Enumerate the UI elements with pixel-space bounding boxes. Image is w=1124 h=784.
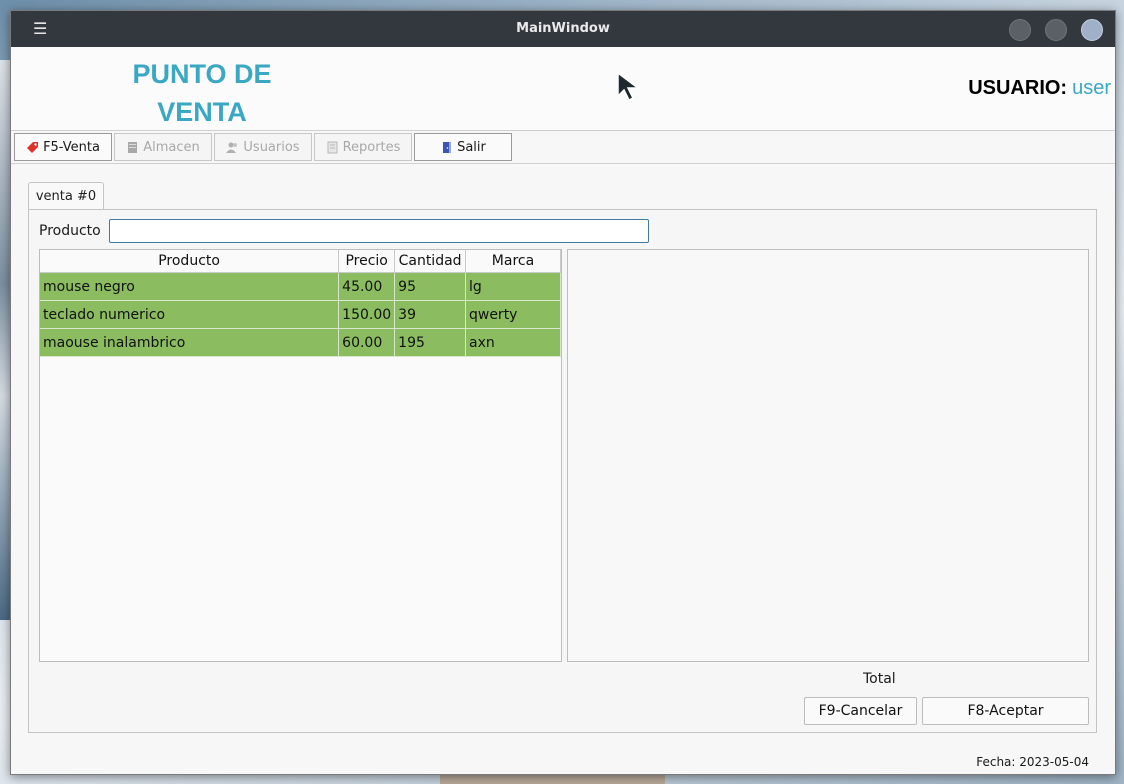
exit-door-icon	[443, 141, 452, 153]
cell-producto[interactable]: maouse inalambrico	[40, 328, 340, 357]
brand-line-2: VENTA	[157, 97, 247, 127]
date-status: Fecha: 2023-05-04	[976, 755, 1089, 769]
user-label-value: user	[1072, 77, 1111, 99]
salir-button[interactable]: Salir	[414, 133, 512, 161]
table-row[interactable]: teclado numerico 150.00 39 qwerty	[40, 300, 562, 329]
cell-cantidad[interactable]: 95	[394, 272, 466, 301]
usuarios-button-label: Usuarios	[243, 139, 300, 155]
cell-marca[interactable]: axn	[465, 328, 562, 357]
tag-icon	[27, 141, 39, 153]
cell-precio[interactable]: 60.00	[338, 328, 396, 357]
title-bar[interactable]: ☰ MainWindow	[11, 11, 1115, 47]
accept-button[interactable]: F8-Aceptar	[922, 697, 1089, 725]
venta-button-label: F5-Venta	[43, 139, 100, 155]
warehouse-icon	[128, 141, 138, 153]
cancel-button[interactable]: F9-Cancelar	[804, 697, 917, 725]
brand-title: PUNTO DE VENTA	[121, 55, 283, 131]
usuarios-button[interactable]: Usuarios	[214, 133, 312, 161]
minimize-button[interactable]	[1009, 19, 1031, 41]
users-icon	[226, 142, 238, 153]
almacen-button-label: Almacen	[143, 139, 200, 155]
cell-producto[interactable]: teclado numerico	[40, 300, 340, 329]
user-label-key: USUARIO:	[968, 77, 1068, 99]
close-button[interactable]	[1081, 19, 1103, 41]
maximize-button[interactable]	[1045, 19, 1067, 41]
salir-button-label: Salir	[457, 139, 486, 155]
column-header-producto[interactable]: Producto	[40, 250, 340, 273]
cell-producto[interactable]: mouse negro	[40, 272, 340, 301]
total-label: Total	[863, 671, 896, 687]
cell-marca[interactable]: qwerty	[465, 300, 562, 329]
column-header-cantidad[interactable]: Cantidad	[394, 250, 466, 273]
brand-line-1: PUNTO DE	[132, 59, 272, 89]
hamburger-menu-icon[interactable]: ☰	[33, 19, 47, 38]
window-title: MainWindow	[516, 21, 610, 36]
current-user: USUARIO: user	[871, 77, 1115, 100]
cell-cantidad[interactable]: 195	[394, 328, 466, 357]
cell-precio[interactable]: 45.00	[338, 272, 396, 301]
products-table: Producto Precio Cantidad Marca mouse neg…	[39, 249, 562, 662]
report-icon	[327, 141, 338, 153]
table-row[interactable]: mouse negro 45.00 95 lg	[40, 272, 562, 301]
sale-tab-panel: Producto Producto Precio Cantidad Marca …	[28, 209, 1097, 733]
venta-button[interactable]: F5-Venta	[14, 133, 112, 161]
cell-marca[interactable]: lg	[465, 272, 562, 301]
main-toolbar: F5-Venta Almacen Usuarios Reportes Salir	[11, 131, 1115, 164]
tab-venta-0[interactable]: venta #0	[28, 182, 104, 209]
table-row[interactable]: maouse inalambrico 60.00 195 axn	[40, 328, 562, 357]
column-header-precio[interactable]: Precio	[338, 250, 396, 273]
column-header-marca[interactable]: Marca	[465, 250, 562, 273]
cell-precio[interactable]: 150.00	[338, 300, 396, 329]
sale-detail-panel	[567, 249, 1089, 662]
mouse-pointer-icon	[617, 71, 641, 101]
cell-cantidad[interactable]: 39	[394, 300, 466, 329]
main-window: ☰ MainWindow PUNTO DE VENTA USUARIO: user…	[10, 10, 1116, 775]
reportes-button-label: Reportes	[342, 139, 401, 155]
app-header: PUNTO DE VENTA USUARIO: user	[11, 47, 1115, 131]
almacen-button[interactable]: Almacen	[114, 133, 212, 161]
reportes-button[interactable]: Reportes	[314, 133, 412, 161]
product-search-input[interactable]	[109, 219, 649, 243]
product-label: Producto	[39, 223, 101, 239]
